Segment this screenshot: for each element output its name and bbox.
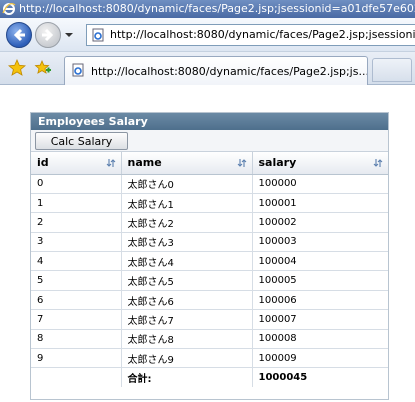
page-icon (91, 28, 105, 45)
table-header-row: id name salary (31, 152, 388, 175)
cell-name: 太郎さん2 (121, 212, 253, 233)
cell-name: 太郎さん6 (121, 290, 253, 311)
cell-salary: 100001 (252, 193, 388, 214)
column-header-label: name (127, 156, 162, 170)
window-title-bar: http://localhost:8080/dynamic/faces/Page… (0, 0, 415, 18)
table-row: 3 太郎さん3 100003 (31, 232, 388, 253)
favorites-star-icon[interactable] (8, 58, 26, 80)
panel-title: Employees Salary (31, 113, 388, 130)
address-bar[interactable]: http://localhost:8080/dynamic/faces/Page… (86, 24, 415, 46)
sort-icon[interactable] (106, 158, 116, 171)
table-footer-row: 合計: 1000045 (31, 367, 388, 388)
column-header-id[interactable]: id (31, 152, 122, 175)
cell-id: 5 (31, 270, 122, 291)
cell-id: 0 (31, 174, 122, 194)
cell-name: 太郎さん1 (121, 193, 253, 214)
cell-salary: 100004 (252, 251, 388, 272)
cell-salary: 100009 (252, 348, 388, 369)
sort-icon[interactable] (373, 158, 383, 171)
column-header-salary[interactable]: salary (252, 152, 388, 175)
table-row: 0 太郎さん0 100000 (31, 174, 388, 194)
cell-name: 太郎さん8 (121, 329, 253, 350)
table-row: 9 太郎さん9 100009 (31, 348, 388, 369)
cell-id: 6 (31, 290, 122, 311)
cell-id: 2 (31, 212, 122, 233)
cell-salary: 100003 (252, 232, 388, 253)
tab-bar: http://localhost:8080/dynamic/faces/Page… (0, 52, 415, 85)
cell-id: 1 (31, 193, 122, 214)
cell-name: 太郎さん9 (121, 348, 253, 369)
table-row: 2 太郎さん2 100002 (31, 212, 388, 233)
page-content: Employees Salary Calc Salary id name sal… (0, 86, 415, 402)
cell-id: 7 (31, 309, 122, 330)
calc-salary-button[interactable]: Calc Salary (35, 132, 128, 150)
ie-logo-icon (2, 2, 16, 18)
cell-salary: 100008 (252, 329, 388, 350)
cell-id: 3 (31, 232, 122, 253)
window-title: http://localhost:8080/dynamic/faces/Page… (19, 2, 415, 15)
cell-id: 4 (31, 251, 122, 272)
page-icon (71, 63, 85, 80)
back-button[interactable] (6, 22, 32, 48)
cell-name: 太郎さん4 (121, 251, 253, 272)
table-row: 7 太郎さん7 100007 (31, 309, 388, 330)
total-label: 合計: (121, 367, 253, 388)
column-header-label: salary (258, 156, 297, 170)
sort-icon[interactable] (237, 158, 247, 171)
column-header-label: id (37, 156, 49, 170)
total-value: 1000045 (258, 372, 308, 384)
add-favorites-icon[interactable] (34, 59, 52, 80)
cell-name: 太郎さん0 (121, 174, 253, 194)
footer-empty-cell (31, 367, 122, 388)
employees-salary-panel: Employees Salary Calc Salary id name sal… (30, 112, 389, 400)
back-arrow-icon (13, 28, 25, 42)
table-row: 5 太郎さん5 100005 (31, 270, 388, 291)
cell-name: 太郎さん3 (121, 232, 253, 253)
table-row: 4 太郎さん4 100004 (31, 251, 388, 272)
forward-button[interactable] (35, 22, 61, 48)
new-tab-button[interactable] (372, 58, 412, 82)
address-url[interactable]: http://localhost:8080/dynamic/faces/Page… (110, 28, 415, 41)
salary-table: id name salary 0 太郎さん0 100000 1 太郎さん1 100001… (31, 152, 388, 388)
table-row: 8 太郎さん8 100008 (31, 329, 388, 350)
cell-salary: 100006 (252, 290, 388, 311)
cell-salary: 100005 (252, 270, 388, 291)
chevron-down-icon (65, 33, 73, 37)
table-row: 6 太郎さん6 100006 (31, 290, 388, 311)
cell-id: 8 (31, 329, 122, 350)
cell-id: 9 (31, 348, 122, 369)
column-header-name[interactable]: name (121, 152, 253, 175)
cell-name: 太郎さん5 (121, 270, 253, 291)
cell-salary: 100002 (252, 212, 388, 233)
tab-active-page[interactable]: http://localhost:8080/dynamic/faces/Page… (64, 56, 368, 85)
tab-title: http://localhost:8080/dynamic/faces/Page… (91, 65, 368, 78)
cell-name: 太郎さん7 (121, 309, 253, 330)
history-dropdown-button[interactable] (64, 30, 74, 40)
navigation-toolbar: http://localhost:8080/dynamic/faces/Page… (0, 18, 415, 52)
forward-arrow-icon (42, 28, 54, 42)
table-row: 1 太郎さん1 100001 (31, 193, 388, 214)
cell-salary: 100007 (252, 309, 388, 330)
panel-toolbar: Calc Salary (31, 130, 388, 152)
cell-salary: 100000 (252, 174, 388, 194)
